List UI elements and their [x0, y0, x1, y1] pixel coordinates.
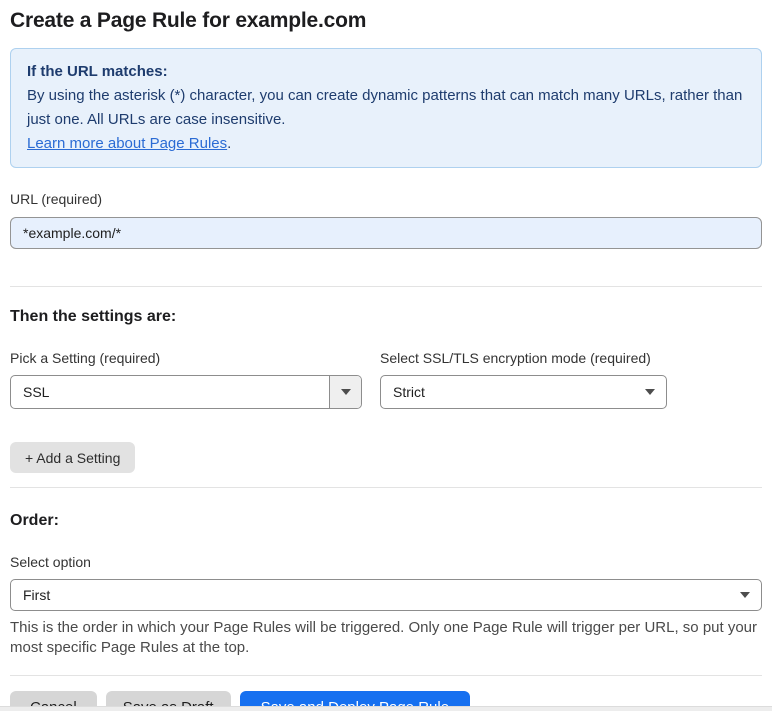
learn-more-link[interactable]: Learn more about Page Rules	[27, 135, 227, 152]
ssl-mode-select[interactable]: Strict	[380, 375, 667, 409]
divider	[10, 487, 762, 488]
chevron-down-icon	[329, 376, 361, 408]
divider	[10, 675, 762, 676]
page-title: Create a Page Rule for example.com	[10, 9, 367, 32]
ssl-mode-picker-group: Select SSL/TLS encryption mode (required…	[380, 350, 667, 409]
settings-row: Pick a Setting (required) SSL Select SSL…	[10, 350, 762, 409]
setting-picker-label: Pick a Setting (required)	[10, 350, 161, 366]
url-field-group: URL (required)	[10, 191, 762, 249]
setting-picker-select[interactable]: SSL	[10, 375, 362, 409]
notice-heading: If the URL matches:	[27, 63, 168, 80]
order-select-label: Select option	[10, 554, 91, 570]
chevron-down-icon	[634, 389, 666, 395]
divider	[10, 286, 762, 287]
notice-body: By using the asterisk (*) character, you…	[27, 87, 743, 128]
url-match-notice: If the URL matches: By using the asteris…	[10, 48, 762, 168]
notice-link-suffix: .	[227, 135, 232, 152]
setting-picker-value: SSL	[23, 384, 50, 400]
order-help-text: This is the order in which your Page Rul…	[10, 619, 758, 656]
order-select-value: First	[23, 587, 51, 603]
url-field-label: URL (required)	[10, 191, 103, 207]
create-page-rule-panel: Create a Page Rule for example.com If th…	[0, 0, 772, 711]
bottom-divider	[0, 706, 772, 711]
url-input[interactable]	[10, 217, 762, 249]
add-setting-button[interactable]: + Add a Setting	[10, 442, 136, 473]
chevron-down-icon	[729, 592, 761, 598]
ssl-mode-picker-label: Select SSL/TLS encryption mode (required…	[380, 350, 651, 366]
order-section-heading: Order:	[10, 512, 59, 529]
setting-picker-group: Pick a Setting (required) SSL	[10, 350, 362, 409]
ssl-mode-value: Strict	[393, 384, 425, 400]
settings-section-heading: Then the settings are:	[10, 308, 177, 325]
order-select[interactable]: First	[10, 579, 762, 611]
notice-link-row: Learn more about Page Rules.	[27, 132, 745, 156]
